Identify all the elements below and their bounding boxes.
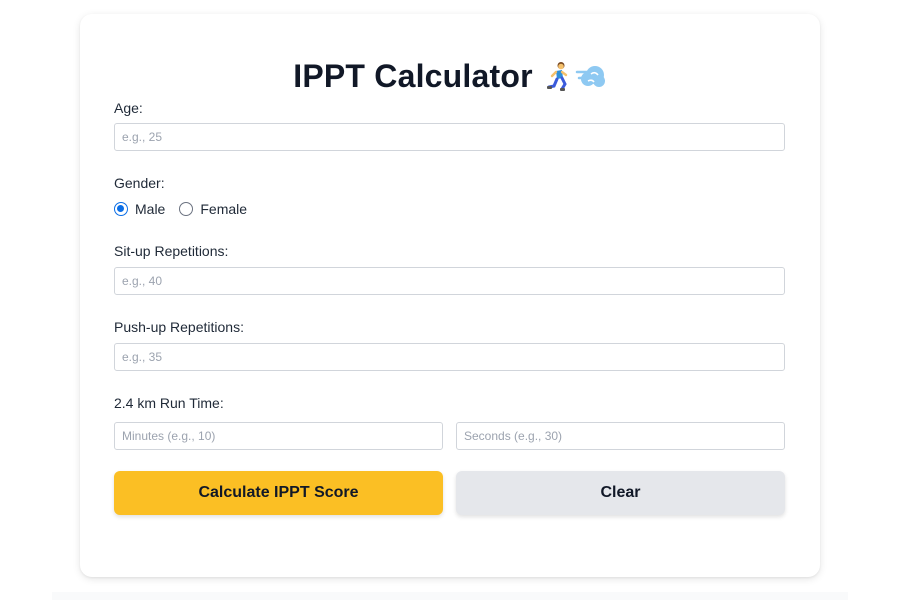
- female-label: Female: [200, 201, 248, 217]
- pushups-input[interactable]: [114, 343, 785, 371]
- male-label: Male: [135, 201, 166, 217]
- gender-option-male[interactable]: Male: [114, 201, 165, 217]
- situps-input[interactable]: [114, 267, 785, 295]
- female-radio[interactable]: [179, 202, 194, 216]
- gender-radio-group: Male Female: [114, 201, 247, 217]
- male-radio[interactable]: [114, 202, 128, 216]
- title-row: IPPT Calculator: [80, 54, 820, 98]
- title-icons: [545, 61, 607, 91]
- run-minutes-input[interactable]: [114, 422, 443, 450]
- page-title: IPPT Calculator: [293, 57, 533, 94]
- age-label: Age:: [114, 100, 143, 116]
- clear-button[interactable]: Clear: [456, 471, 785, 515]
- gender-label: Gender:: [114, 175, 165, 191]
- person-running-icon: [545, 61, 571, 91]
- pushups-label: Push-up Repetitions:: [114, 319, 244, 335]
- age-input[interactable]: [114, 123, 785, 151]
- dashing-away-icon: [575, 62, 607, 90]
- gender-option-female[interactable]: Female: [179, 201, 247, 217]
- page-footer-strip: [52, 592, 848, 600]
- calculator-card: IPPT Calculator Age: e.g., 25 Gender: Ma…: [80, 14, 820, 577]
- situps-label: Sit-up Repetitions:: [114, 243, 229, 259]
- run-time-label: 2.4 km Run Time:: [114, 395, 224, 411]
- run-seconds-input[interactable]: [456, 422, 785, 450]
- calculate-button[interactable]: Calculate IPPT Score: [114, 471, 443, 515]
